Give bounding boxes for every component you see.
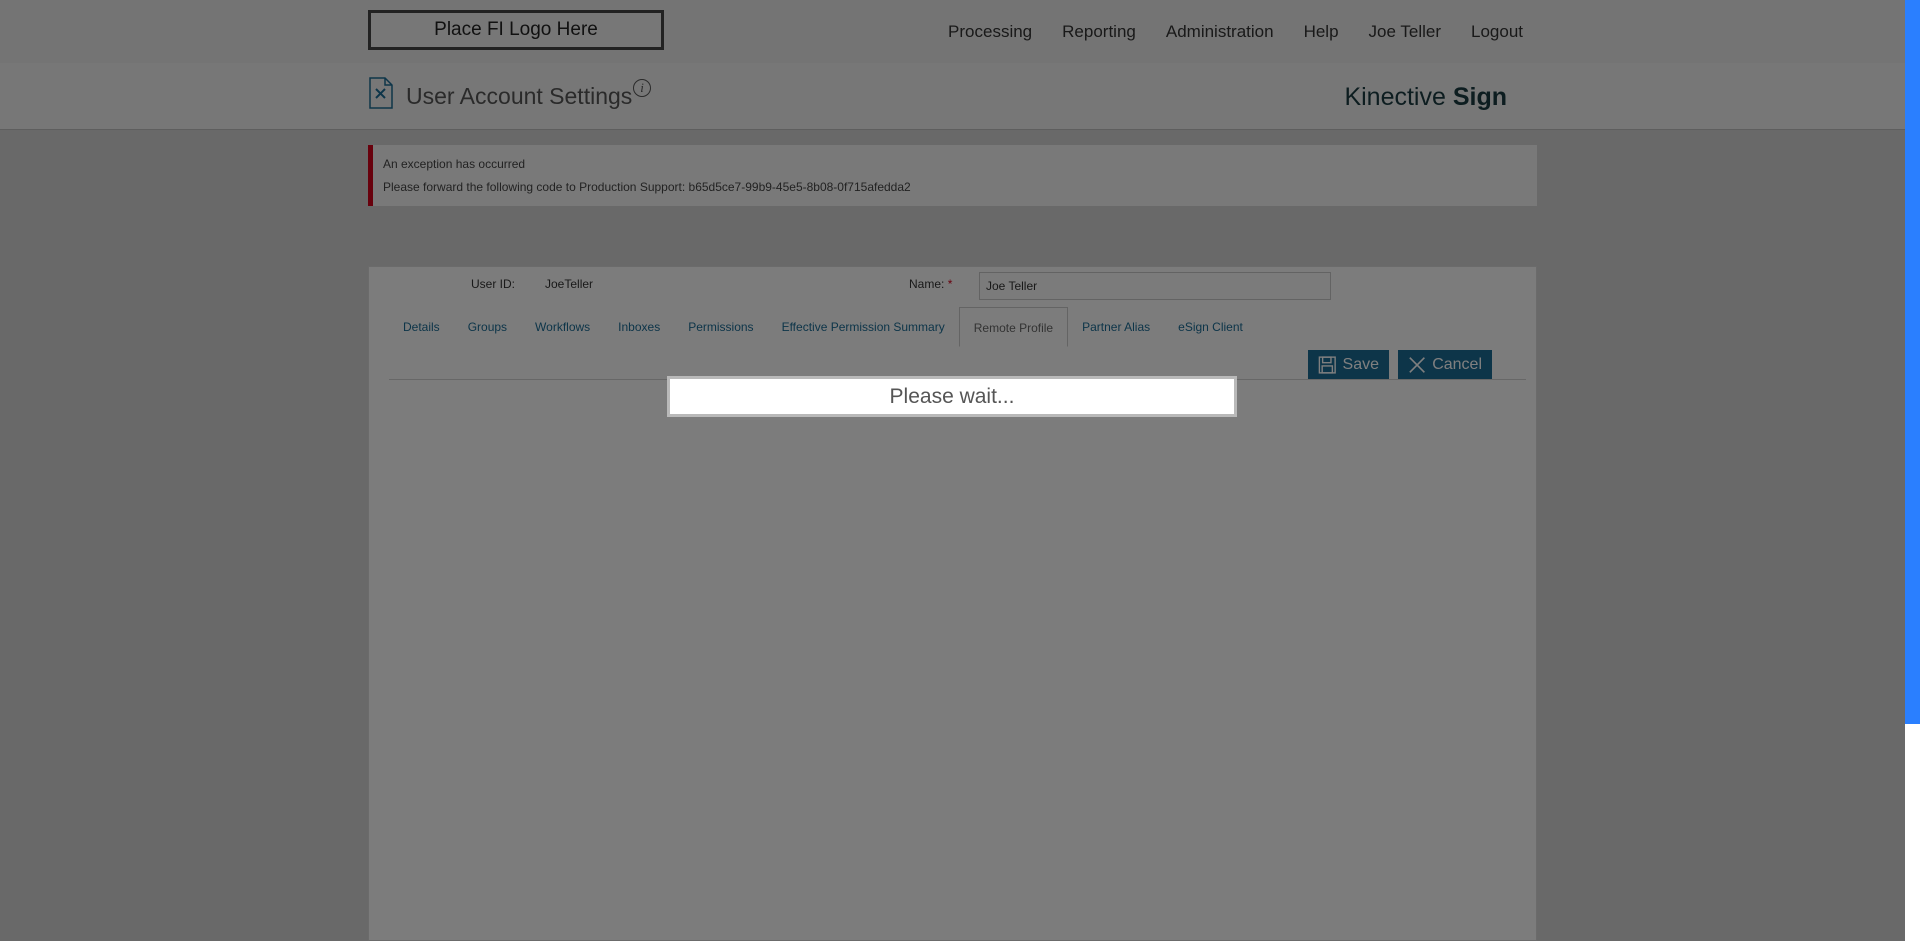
scrollbar-thumb[interactable]	[1905, 0, 1920, 724]
modal-overlay	[0, 0, 1905, 941]
please-wait-dialog: Please wait...	[667, 376, 1237, 417]
